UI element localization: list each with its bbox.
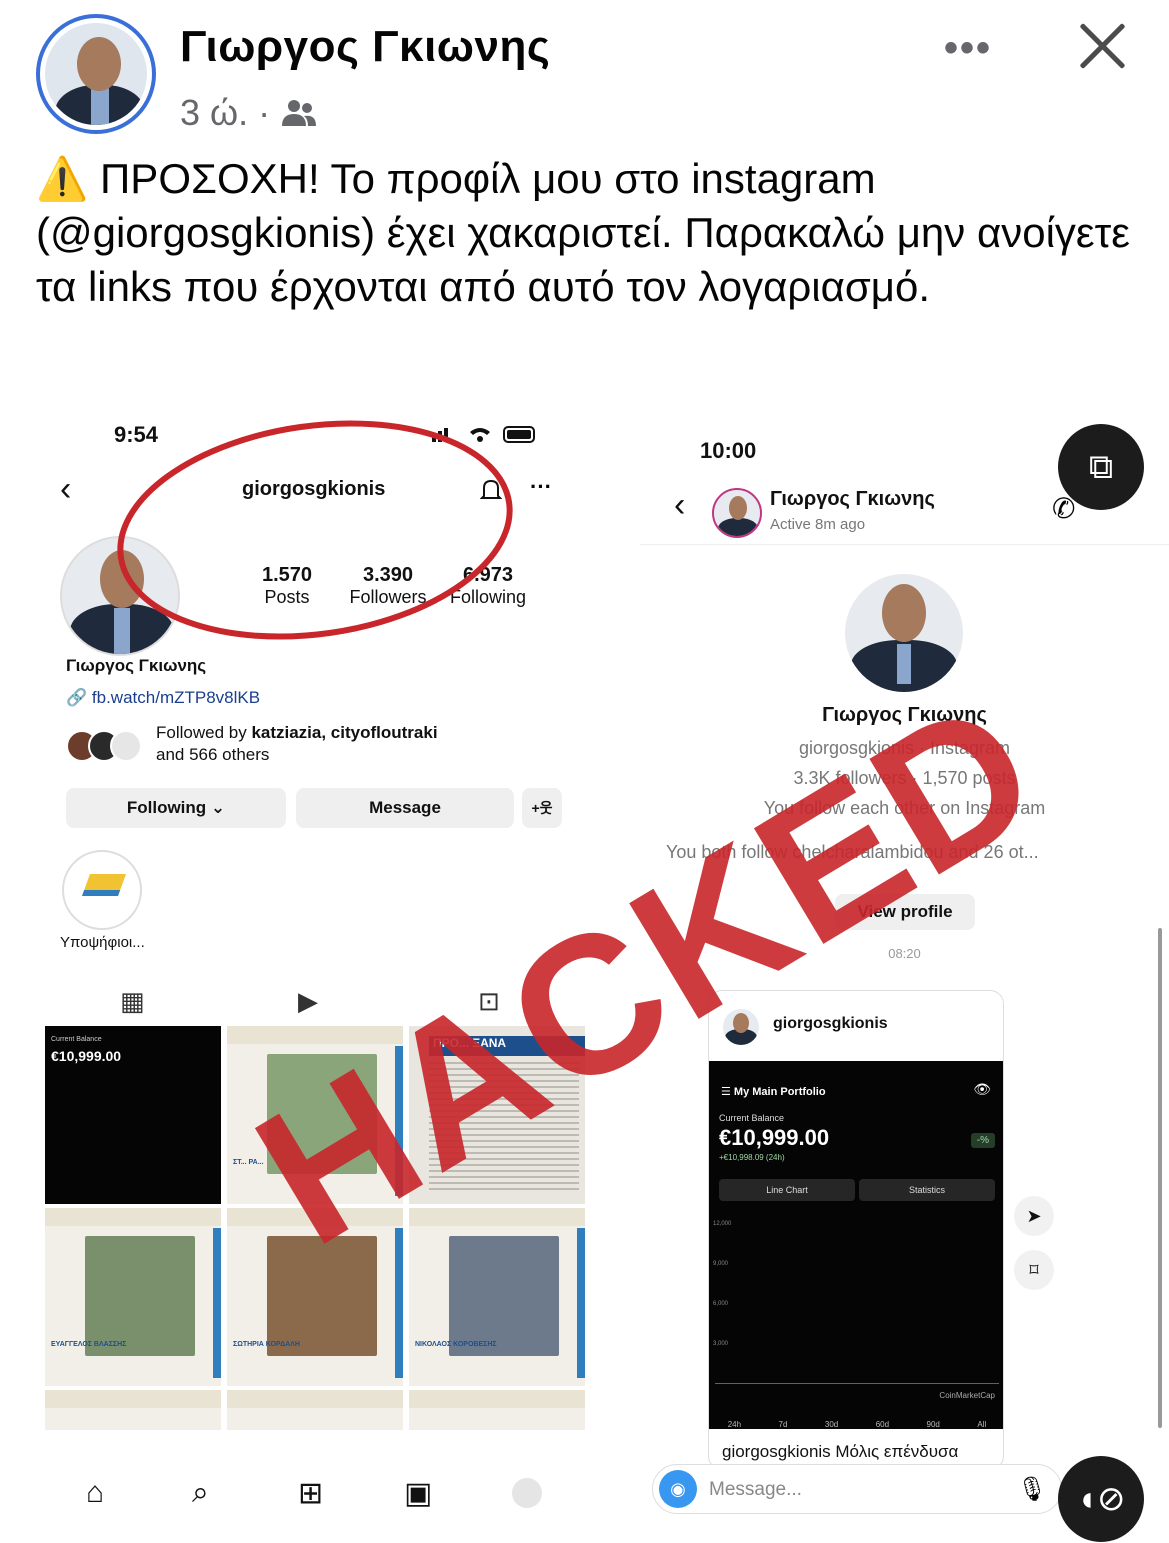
mute-icon[interactable]: ◖⊘ — [1058, 1456, 1144, 1542]
message-placeholder: Message... — [709, 1479, 802, 1500]
profile-picture[interactable] — [845, 574, 963, 692]
portfolio-title: ☰ My Main Portfolio — [721, 1086, 826, 1098]
link-icon: 🔗 — [66, 688, 88, 707]
portfolio-screenshot: ☰ My Main Portfolio 👁 Current Balance €1… — [709, 1061, 1003, 1429]
eye-icon: 👁 — [973, 1081, 991, 1097]
highlight-label: Υποψήφιοι... — [60, 934, 145, 951]
back-arrow-icon[interactable]: ‹ — [60, 470, 71, 509]
save-icon[interactable]: ⌑ — [1014, 1250, 1054, 1290]
grid-post[interactable]: ΣΤ... ΡΑ... — [227, 1026, 403, 1204]
post-body: ΠΡΟΣΟΧΗ! Το προφίλ μου στο instagram (@g… — [36, 155, 1130, 310]
balance-change: +€10,998.09 (24h) — [719, 1153, 785, 1162]
reels-icon[interactable]: ▣ — [404, 1476, 432, 1511]
view-profile-button[interactable]: View profile — [835, 894, 975, 930]
profile-tab-icon[interactable] — [512, 1478, 542, 1508]
contact-status: Active 8m ago — [770, 516, 866, 533]
profile-mutual: You follow each other on Instagram — [763, 798, 1046, 818]
post-meta: 3 ώ. · — [180, 92, 318, 134]
profile-handle: giorgosgkionis · Instagram — [798, 738, 1011, 758]
back-arrow-icon[interactable]: ‹ — [674, 486, 685, 525]
microphone-icon[interactable]: 🎙 — [1017, 1475, 1047, 1504]
grid-tab-icon[interactable]: ▦ — [120, 986, 145, 1017]
friends-icon — [282, 100, 317, 126]
scrollbar[interactable] — [1158, 928, 1162, 1428]
source-label: CoinMarketCap — [939, 1391, 995, 1400]
share-icon[interactable]: ➤ — [1014, 1196, 1054, 1236]
search-icon[interactable]: ⌕ — [192, 1476, 209, 1510]
post-author-avatar — [723, 1009, 759, 1045]
profile-link[interactable]: 🔗 fb.watch/mZTP8v8lKB — [66, 688, 260, 708]
contact-name[interactable]: Γιωργος Γκιωνης — [770, 488, 935, 511]
post-author: giorgosgkionis — [773, 1015, 888, 1032]
add-person-icon[interactable]: +웃 — [522, 788, 562, 828]
line-chart-tab: Line Chart — [719, 1179, 855, 1201]
create-icon[interactable]: ⊞ — [298, 1476, 323, 1511]
profile-shared-follow: You both follow chelcharalambidou and 26… — [666, 842, 1039, 862]
chart-baseline — [715, 1383, 999, 1384]
home-icon[interactable]: ⌂ — [86, 1476, 104, 1510]
story-highlight[interactable] — [62, 850, 142, 930]
divider — [640, 544, 1169, 545]
post-image[interactable]: 9:54 ‹ giorgosgkionis ··· 1.570 Posts 3.… — [0, 398, 1169, 1543]
message-time: 08:20 — [888, 946, 921, 961]
author-name[interactable]: Γιωργος Γκιωνης — [180, 22, 550, 72]
post-time[interactable]: 3 ώ. · — [180, 92, 270, 134]
grid-post[interactable] — [45, 1390, 221, 1430]
more-dots-icon[interactable]: ••• — [944, 26, 992, 71]
contact-avatar[interactable] — [712, 488, 762, 538]
camera-icon[interactable]: ◉ — [659, 1470, 697, 1508]
close-icon[interactable] — [1076, 18, 1130, 72]
author-avatar[interactable] — [36, 14, 156, 134]
balance-value: €10,999.00 — [719, 1125, 830, 1150]
warning-emoji: ⚠️ — [36, 155, 89, 202]
shared-post[interactable]: giorgosgkionis ☰ My Main Portfolio 👁 Cur… — [708, 990, 1004, 1470]
profile-name: Γιωργος Γκιωνης — [822, 704, 987, 726]
grid-post[interactable]: ΝΙΚΟΛΑΟΣ ΚΟΡΟΒΕΣΗΣ — [409, 1208, 585, 1386]
grid-post[interactable]: ΣΩΤΗΡΙΑ ΚΟΡΔΑΛΗ — [227, 1208, 403, 1386]
followed-by-text[interactable]: Followed by katziazia, cityofloutraki an… — [156, 722, 438, 766]
more-options-icon[interactable]: ··· — [530, 474, 552, 500]
grid-post[interactable]: ΕΥΑΓΓΕΛΟΣ ΒΛΑΣΣΗΣ — [45, 1208, 221, 1386]
profile-followers: 3.3K followers · 1,570 posts — [793, 768, 1016, 788]
statistics-tab: Statistics — [859, 1179, 995, 1201]
message-input[interactable]: ◉ Message... 🎙 — [652, 1464, 1062, 1514]
reels-tab-icon[interactable]: ▶ — [298, 986, 318, 1017]
post-text: ⚠️ ΠΡΟΣΟΧΗ! Το προφίλ μου στο instagram … — [36, 152, 1136, 314]
post-caption: giorgosgkionis Μόλις επένδυσα — [722, 1442, 959, 1461]
grid-post[interactable]: ΠΡΟ... ΞΑΝΑ — [409, 1026, 585, 1204]
message-button[interactable]: Message — [296, 788, 514, 828]
status-time: 10:00 — [700, 438, 757, 463]
balance-label: Current Balance — [719, 1113, 785, 1123]
following-button[interactable]: Following ⌄ — [66, 788, 286, 828]
picture-in-picture-icon[interactable]: ⧉ — [1058, 424, 1144, 510]
percent-badge: -% — [970, 1133, 995, 1148]
follower-avatar — [110, 730, 142, 762]
red-circle-annotation — [117, 420, 513, 640]
profile-name: Γιωργος Γκιωνης — [66, 656, 207, 675]
grid-post[interactable] — [409, 1390, 585, 1430]
posts-grid: Current Balance €10,999.00 ΣΤ... ΡΑ... Π… — [45, 1026, 585, 1431]
instagram-chat-screenshot: 10:00 ‹ Γιωργος Γκιωνης Active 8m ago ✆ … — [640, 398, 1169, 1543]
range-tabs: 24h 7d 30d 60d 90d All — [727, 1420, 987, 1429]
bottom-nav: ⌂ ⌕ ⊞ ▣ — [0, 1470, 600, 1530]
grid-post[interactable] — [227, 1390, 403, 1430]
grid-post[interactable]: Current Balance €10,999.00 — [45, 1026, 221, 1204]
tagged-tab-icon[interactable]: ⊡ — [478, 986, 500, 1017]
